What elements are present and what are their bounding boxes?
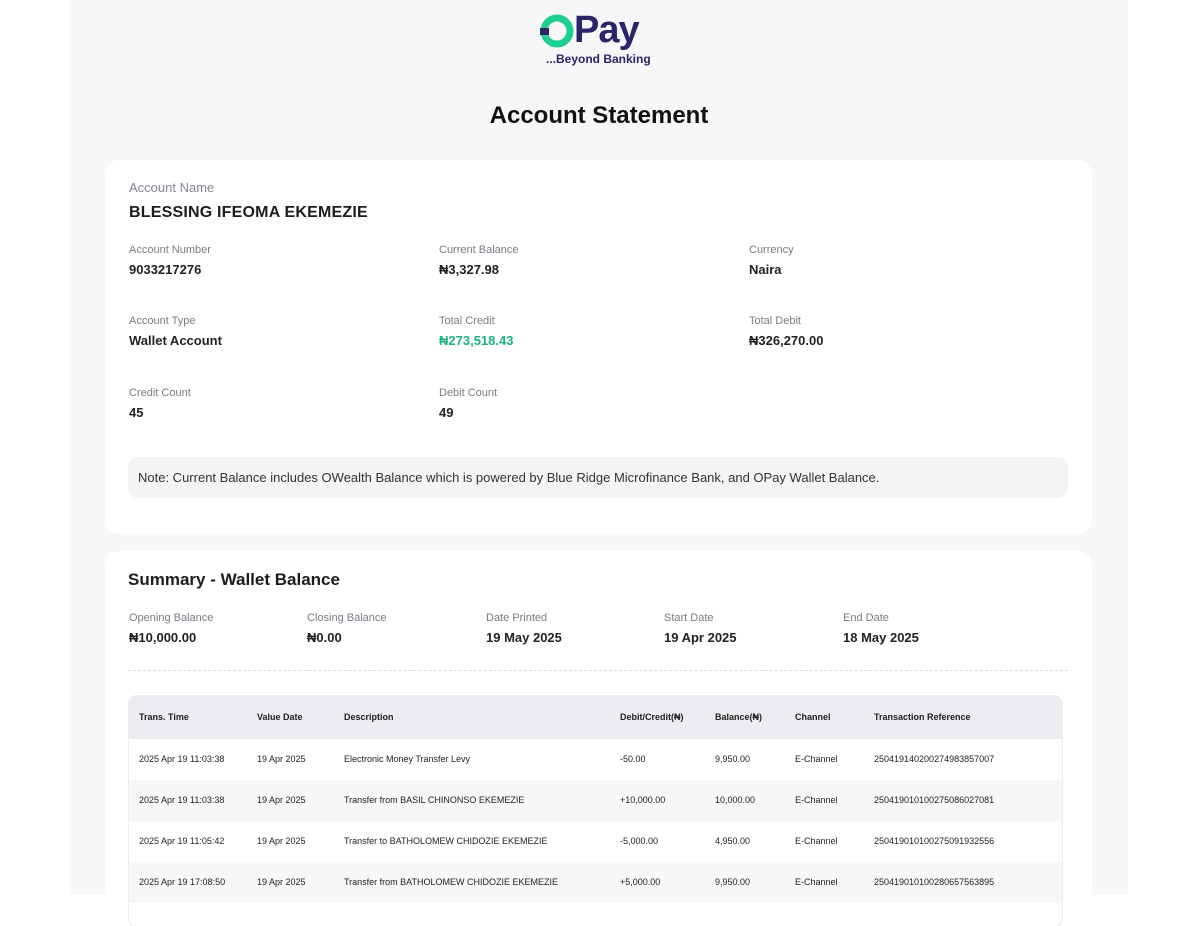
page-title: Account Statement bbox=[489, 102, 709, 129]
table-row: 2025 Apr 19 17:08:50 19 Apr 2025 Transfe… bbox=[129, 862, 1062, 903]
account-type-label: Account Type bbox=[129, 315, 196, 327]
debit-count-label: Debit Count bbox=[439, 387, 498, 399]
cell-reference: 250419010100275086027081 bbox=[874, 795, 995, 805]
end-date-label: End Date bbox=[843, 612, 889, 624]
section-divider bbox=[128, 670, 1068, 671]
account-number-label: Account Number bbox=[129, 244, 211, 256]
header-channel: Channel bbox=[795, 712, 831, 722]
date-printed: 19 May 2025 bbox=[486, 630, 562, 645]
total-debit-label: Total Debit bbox=[749, 315, 801, 327]
opening-balance-label: Opening Balance bbox=[129, 612, 214, 624]
cell-channel: E-Channel bbox=[795, 836, 838, 846]
cell-description: Transfer to BATHOLOMEW CHIDOZIE EKEMEZIE bbox=[344, 836, 548, 846]
header-trans-time: Trans. Time bbox=[139, 712, 189, 722]
cell-channel: E-Channel bbox=[795, 877, 838, 887]
closing-balance: ₦0.00 bbox=[307, 630, 342, 645]
credit-count-label: Credit Count bbox=[129, 387, 191, 399]
account-name: BLESSING IFEOMA EKEMEZIE bbox=[129, 204, 368, 221]
brand-tagline: ...Beyond Banking bbox=[546, 52, 651, 66]
cell-value-date: 19 Apr 2025 bbox=[257, 836, 306, 846]
account-number: 9033217276 bbox=[129, 262, 202, 277]
table-row: 2025 Apr 19 11:05:42 19 Apr 2025 Transfe… bbox=[129, 821, 1062, 862]
cell-trans-time: 2025 Apr 19 11:05:42 bbox=[139, 836, 225, 846]
header-balance: Balance(₦) bbox=[715, 712, 763, 722]
header-reference: Transaction Reference bbox=[874, 712, 971, 722]
cell-trans-time: 2025 Apr 19 11:03:38 bbox=[139, 795, 225, 805]
cell-description: Transfer from BASIL CHINONSO EKEMEZIE bbox=[344, 795, 525, 805]
opening-balance: ₦10,000.00 bbox=[129, 630, 197, 645]
start-date: 19 Apr 2025 bbox=[664, 630, 737, 645]
cell-balance: 10,000.00 bbox=[715, 795, 756, 805]
date-printed-label: Date Printed bbox=[486, 612, 548, 624]
statement-page: Pay ...Beyond Banking Account Statement … bbox=[70, 0, 1128, 926]
table-header: Trans. Time Value Date Description Debit… bbox=[129, 696, 1062, 739]
total-credit: ₦273,518.43 bbox=[439, 333, 514, 348]
cell-balance: 4,950.00 bbox=[715, 836, 751, 846]
cell-balance: 9,950.00 bbox=[715, 877, 751, 887]
brand-wordmark: Pay bbox=[574, 9, 640, 51]
debit-count: 49 bbox=[439, 405, 454, 420]
header-debit-credit: Debit/Credit(₦) bbox=[620, 712, 684, 722]
cell-reference: 250419010100275091932556 bbox=[874, 836, 995, 846]
start-date-label: Start Date bbox=[664, 612, 714, 624]
current-balance: ₦3,327.98 bbox=[439, 262, 499, 277]
end-date: 18 May 2025 bbox=[843, 630, 919, 645]
cell-balance: 9,950.00 bbox=[715, 754, 751, 764]
currency-label: Currency bbox=[749, 244, 794, 256]
opay-logo: Pay ...Beyond Banking bbox=[540, 9, 660, 70]
total-debit: ₦326,270.00 bbox=[749, 333, 824, 348]
account-name-label: Account Name bbox=[129, 180, 215, 195]
summary-card: Summary - Wallet Balance Opening Balance… bbox=[105, 551, 1092, 926]
cell-channel: E-Channel bbox=[795, 754, 838, 764]
cell-amount: +10,000.00 bbox=[620, 795, 666, 805]
account-details-card: Account Name BLESSING IFEOMA EKEMEZIE Ac… bbox=[105, 160, 1092, 534]
cell-value-date: 19 Apr 2025 bbox=[257, 795, 306, 805]
cell-trans-time: 2025 Apr 19 17:08:50 bbox=[139, 877, 226, 887]
balance-note: Note: Current Balance includes OWealth B… bbox=[128, 457, 1068, 498]
cell-reference: 250419140200274983857007 bbox=[874, 754, 995, 764]
header-value-date: Value Date bbox=[257, 712, 303, 722]
cell-amount: +5,000.00 bbox=[620, 877, 661, 887]
table-row: 2025 Apr 19 11:03:38 19 Apr 2025 Electro… bbox=[129, 739, 1062, 780]
cell-amount: -5,000.00 bbox=[620, 836, 659, 846]
cell-value-date: 19 Apr 2025 bbox=[257, 754, 306, 764]
cell-channel: E-Channel bbox=[795, 795, 838, 805]
summary-title: Summary - Wallet Balance bbox=[128, 570, 340, 589]
cell-reference: 250419010100280657563895 bbox=[874, 877, 995, 887]
cell-amount: -50.00 bbox=[620, 754, 646, 764]
current-balance-label: Current Balance bbox=[439, 244, 519, 256]
cell-description: Electronic Money Transfer Levy bbox=[344, 754, 471, 764]
closing-balance-label: Closing Balance bbox=[307, 612, 387, 624]
total-credit-label: Total Credit bbox=[439, 315, 495, 327]
table-row: 2025 Apr 19 11:03:38 19 Apr 2025 Transfe… bbox=[129, 780, 1062, 821]
transactions-table: Trans. Time Value Date Description Debit… bbox=[129, 696, 1062, 926]
cell-value-date: 19 Apr 2025 bbox=[257, 877, 306, 887]
credit-count: 45 bbox=[129, 405, 144, 420]
cell-description: Transfer from BATHOLOMEW CHIDOZIE EKEMEZ… bbox=[344, 877, 559, 887]
header-description: Description bbox=[344, 712, 394, 722]
cell-trans-time: 2025 Apr 19 11:03:38 bbox=[139, 754, 225, 764]
opay-o-icon bbox=[540, 14, 574, 48]
currency: Naira bbox=[749, 262, 782, 277]
account-type: Wallet Account bbox=[129, 333, 222, 348]
